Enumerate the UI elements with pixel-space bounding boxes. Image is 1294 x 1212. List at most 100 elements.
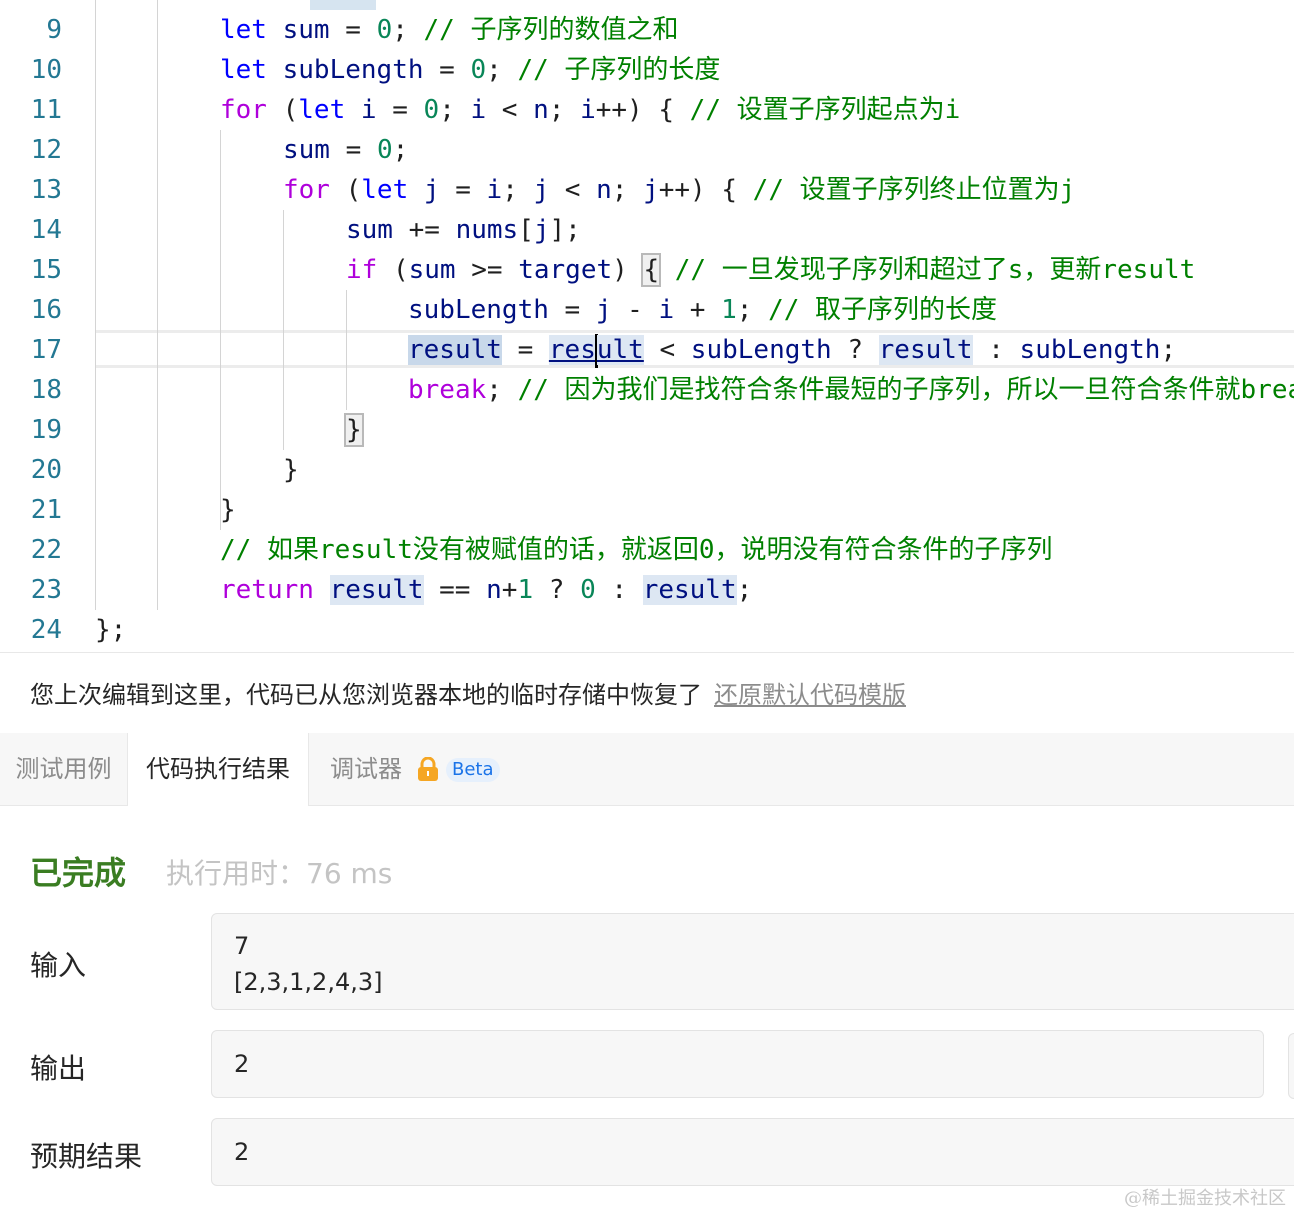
- code-line[interactable]: let sum = 0; // 子序列的数值之和: [220, 10, 679, 50]
- operator: =: [329, 135, 377, 165]
- identifier: subLength: [408, 295, 549, 325]
- expected-label: 预期结果: [30, 1140, 143, 1173]
- identifier: j: [643, 175, 659, 205]
- code-line[interactable]: sum = 0;: [283, 130, 408, 170]
- restore-notice-bar: 您上次编辑到这里，代码已从您浏览器本地的临时存储中恢复了 还原默认代码模版: [0, 652, 1294, 733]
- punctuation: ;: [736, 575, 753, 605]
- matched-bracket: }: [344, 413, 364, 447]
- watermark: @稀土掘金技术社区: [1124, 1188, 1286, 1209]
- identifier-link[interactable]: res: [548, 335, 596, 365]
- identifier: subLength: [1019, 335, 1161, 365]
- operator: ?: [831, 335, 879, 365]
- restore-default-template-link[interactable]: 还原默认代码模版: [714, 675, 906, 710]
- output-label: 输出: [30, 1052, 87, 1085]
- identifier: result: [408, 335, 502, 365]
- punctuation: ;: [392, 15, 424, 45]
- identifier: subLength: [690, 335, 832, 365]
- tab-debugger[interactable]: 调试器: [330, 733, 402, 805]
- input-label: 输入: [30, 949, 87, 982]
- line-number: 19: [30, 415, 62, 445]
- line-number: 11: [30, 95, 62, 125]
- operator: ++) {: [595, 95, 690, 125]
- punctuation: }: [283, 455, 299, 485]
- indent-guide: [346, 290, 347, 410]
- code-line[interactable]: // 如果result没有被赋值的话，就返回0，说明没有符合条件的子序列: [220, 530, 1053, 570]
- line-number: 18: [30, 375, 62, 405]
- operator: =: [329, 15, 377, 45]
- line-number: 21: [30, 495, 62, 525]
- input-value-line: [2,3,1,2,4,3]: [234, 968, 383, 996]
- code-line[interactable]: break; // 因为我们是找符合条件最短的子序列，所以一旦符合条件就brea…: [408, 370, 1294, 410]
- comment: // 子序列的数值之和: [423, 15, 679, 45]
- console-tab-bar: 测试用例 代码执行结果 调试器: [0, 733, 1294, 806]
- identifier: i: [470, 95, 487, 125]
- keyword: for: [283, 175, 330, 205]
- operator: ==: [423, 575, 487, 605]
- line-number: 13: [30, 175, 62, 205]
- punctuation: ;: [1160, 335, 1177, 365]
- punctuation: ;: [548, 95, 581, 125]
- code-line[interactable]: for (let j = i; j < n; j++) { // 设置子序列终止…: [283, 170, 1075, 210]
- tab-run-result[interactable]: 代码执行结果: [127, 733, 309, 806]
- line-number: 22: [30, 535, 62, 565]
- number-literal: 0: [423, 95, 440, 125]
- operator: +: [501, 575, 518, 605]
- identifier: sum: [282, 15, 330, 45]
- code-line[interactable]: sum += nums[j];: [346, 210, 581, 250]
- identifier: sum: [408, 255, 456, 285]
- number-literal: 0: [580, 575, 596, 605]
- gutter-separator: [95, 0, 96, 610]
- operator: <: [643, 335, 691, 365]
- keyword: let: [220, 15, 267, 45]
- input-value-line: 7: [234, 932, 250, 960]
- matched-bracket: {: [641, 253, 662, 287]
- tab-testcase[interactable]: 测试用例: [0, 733, 127, 805]
- code-line[interactable]: return result == n+1 ? 0 : result;: [220, 570, 752, 610]
- operator: =: [548, 295, 596, 325]
- comment: // 子序列的长度: [517, 55, 721, 85]
- code-line[interactable]: let subLength = 0; // 子序列的长度: [220, 50, 720, 90]
- identifier: n: [486, 575, 502, 605]
- punctuation: ;: [611, 175, 644, 205]
- run-status: 已完成: [30, 854, 127, 892]
- keyword: break: [408, 375, 487, 405]
- keyword: for: [220, 95, 267, 125]
- code-line[interactable]: for (let i = 0; i < n; i++) { // 设置子序列起点…: [220, 90, 960, 130]
- operator: -: [611, 295, 659, 325]
- punctuation: (: [266, 95, 299, 125]
- punctuation: ): [612, 255, 644, 285]
- identifier: n: [596, 175, 612, 205]
- code-line[interactable]: result = result < subLength ? result : s…: [408, 330, 1176, 370]
- code-line[interactable]: }: [344, 410, 364, 450]
- identifier: result: [878, 335, 973, 365]
- expected-value: 2: [234, 1138, 250, 1166]
- identifier-link[interactable]: ult: [596, 335, 644, 365]
- keyword: let: [361, 175, 409, 205]
- expected-box: 2: [211, 1118, 1294, 1186]
- identifier: i: [658, 295, 675, 325]
- code-line[interactable]: }: [283, 450, 299, 490]
- comment: // 设置子序列终止位置为j: [752, 175, 1076, 205]
- code-line[interactable]: if (sum >= target) { // 一旦发现子序列和超过了s，更新r…: [346, 250, 1195, 290]
- number-literal: 0: [470, 55, 487, 85]
- operator: :: [972, 335, 1020, 365]
- code-line[interactable]: subLength = j - i + 1; // 取子序列的长度: [408, 290, 997, 330]
- code-editor[interactable]: 9 10 11 12 13 14 15 16 17 18 19 20 21 22…: [0, 0, 1294, 650]
- line-number: 10: [30, 55, 62, 85]
- output-box: 2: [211, 1030, 1264, 1098]
- comment: // 如果result没有被赋值的话，就返回0，说明没有符合条件的子序列: [220, 535, 1053, 565]
- code-line[interactable]: }: [220, 490, 236, 530]
- line-number: 14: [30, 215, 62, 245]
- indent-guide: [220, 130, 221, 530]
- number-literal: 1: [721, 295, 737, 325]
- punctuation: }: [220, 495, 236, 525]
- code-line[interactable]: };: [95, 610, 126, 650]
- line-number: 20: [30, 455, 62, 485]
- line-number: 17: [30, 335, 62, 365]
- operator: <: [549, 175, 597, 205]
- punctuation: };: [95, 615, 127, 645]
- number-literal: 0: [376, 15, 393, 45]
- punctuation: (: [329, 175, 362, 205]
